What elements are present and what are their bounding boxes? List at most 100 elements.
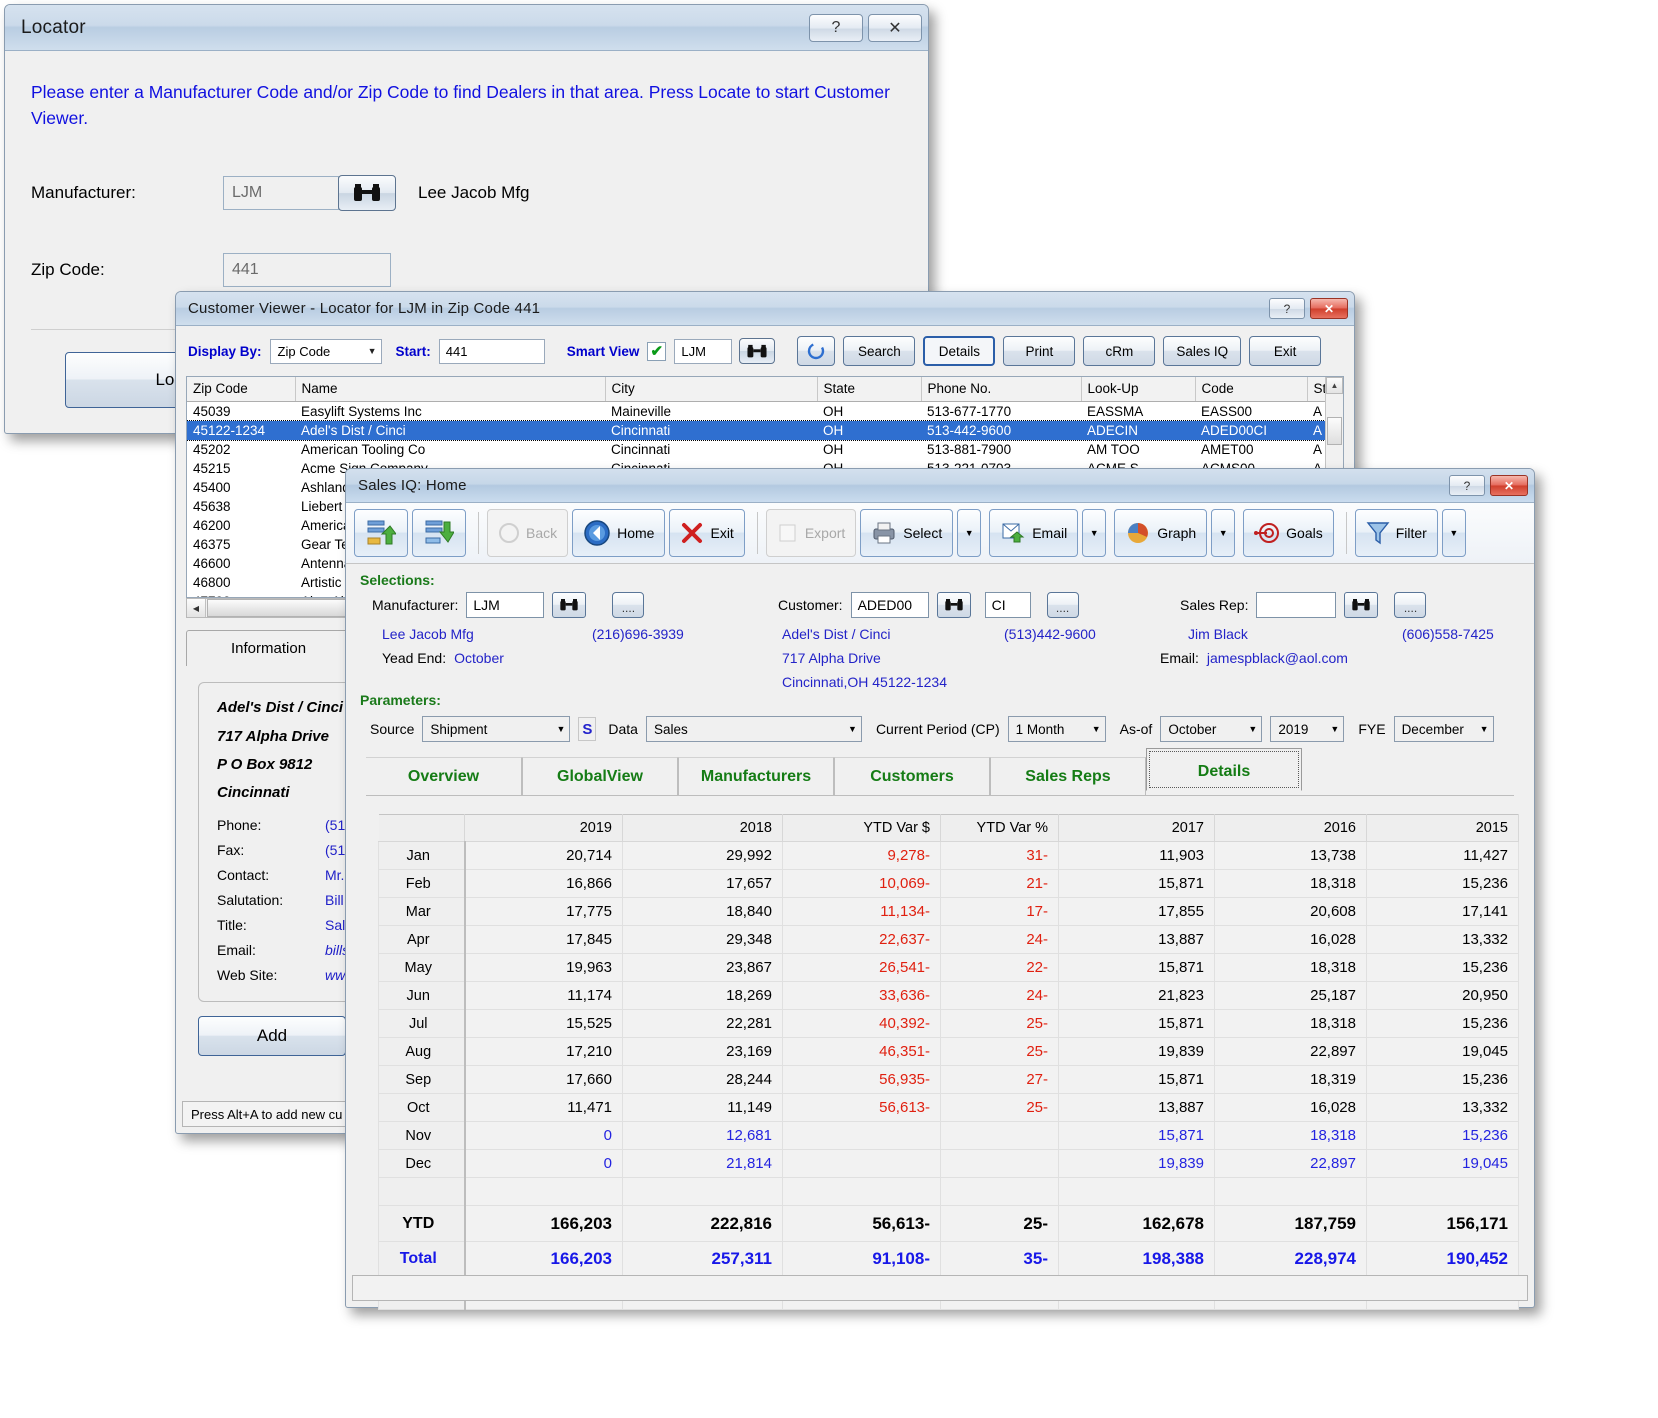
col-code[interactable]: Code	[1195, 377, 1308, 402]
display-by-select[interactable]: Zip Code ▼	[269, 338, 382, 364]
details-row[interactable]: Nov 0 12,681 15,871 18,318 15,236	[378, 1121, 1519, 1150]
goals-button[interactable]: Goals	[1243, 509, 1334, 557]
sales-rep-lookup-button[interactable]	[1344, 592, 1379, 618]
sales-rep-more-button[interactable]: ....	[1394, 592, 1427, 618]
filter-button[interactable]: Filter	[1354, 509, 1438, 557]
manufacturer-input[interactable]: LJM	[223, 176, 339, 210]
help-button[interactable]: ?	[1269, 298, 1305, 319]
close-button[interactable]: ✕	[1310, 298, 1348, 319]
details-row[interactable]: Jun 11,174 18,269 33,636- 24- 21,823 25,187 20,…	[378, 981, 1519, 1010]
table-row[interactable]: 45202 American Tooling Co Cincinnati OH 513-…	[187, 440, 1343, 459]
details-row[interactable]: Jan 20,714 29,992 9,278- 31- 11,903 13,738 11,4…	[378, 841, 1519, 870]
col-name[interactable]: Name	[295, 377, 606, 402]
tab-details[interactable]: Details	[1146, 748, 1302, 791]
source-select[interactable]: Shipment ▼	[422, 716, 571, 742]
details-col-2015[interactable]: 2015	[1366, 814, 1519, 842]
expand-rows-button[interactable]	[354, 509, 408, 557]
select-button[interactable]: Select	[860, 509, 954, 557]
help-button[interactable]: ?	[809, 13, 863, 42]
manufacturer-more-button[interactable]: ....	[612, 592, 645, 618]
details-row[interactable]: Oct 11,471 11,149 56,613- 25- 13,887 16,028 13,…	[378, 1093, 1519, 1122]
tab-information[interactable]: Information	[186, 630, 352, 666]
details-col-2016[interactable]: 2016	[1214, 814, 1367, 842]
exit-button[interactable]: Exit	[669, 509, 745, 557]
refresh-button[interactable]	[797, 336, 836, 366]
col-lookup[interactable]: Look-Up	[1081, 377, 1196, 402]
col-zip[interactable]: Zip Code	[187, 377, 296, 402]
graph-dropdown-button[interactable]: ▼	[1211, 509, 1236, 557]
details-row[interactable]: Jul 15,525 22,281 40,392- 25- 15,871 18,318 15,…	[378, 1009, 1519, 1038]
details-col-YTD Var $[interactable]: YTD Var $	[782, 814, 941, 842]
col-state[interactable]: State	[817, 377, 922, 402]
scroll-up-icon[interactable]: ▲	[1326, 377, 1343, 394]
details-button[interactable]: Details	[923, 336, 996, 366]
back-button[interactable]: Back	[487, 509, 569, 557]
details-col-2017[interactable]: 2017	[1058, 814, 1215, 842]
crm-button[interactable]: cRm	[1083, 336, 1156, 366]
details-col-2019[interactable]: 2019	[464, 814, 623, 842]
filter-dropdown-button[interactable]: ▼	[1441, 509, 1466, 557]
col-phone[interactable]: Phone No.	[921, 377, 1082, 402]
select-dropdown-button[interactable]: ▼	[957, 509, 982, 557]
manufacturer-lookup-binoculars-icon[interactable]	[338, 175, 396, 211]
email-dropdown-button[interactable]: ▼	[1082, 509, 1107, 557]
table-row[interactable]: 45039 Easylift Systems Inc Maineville OH 513…	[187, 401, 1343, 421]
customer-suffix-input[interactable]: CI	[984, 592, 1031, 618]
smart-view-lookup-button[interactable]	[739, 338, 776, 364]
details-row[interactable]: Feb 16,866 17,657 10,069- 21- 15,871 18,318 15,…	[378, 869, 1519, 898]
details-summary-row[interactable]: YTD 166,203 222,816 56,613- 25- 162,678 187,75…	[378, 1205, 1519, 1242]
table-row[interactable]: 45122-1234 Adel's Dist / Cinci Cincinnati O…	[187, 419, 1343, 441]
email-button[interactable]: Email	[989, 509, 1079, 557]
fye-select[interactable]: December ▼	[1393, 716, 1494, 742]
asof-year-select[interactable]: 2019 ▼	[1270, 716, 1345, 742]
current-period-select[interactable]: 1 Month ▼	[1007, 716, 1106, 742]
sales-iq-button[interactable]: Sales IQ	[1163, 336, 1242, 366]
home-button[interactable]: Home	[572, 509, 666, 557]
tab-globalview[interactable]: GlobalView	[522, 757, 678, 795]
details-row-label: Apr	[378, 925, 466, 954]
details-row[interactable]: Apr 17,845 29,348 22,637- 24- 13,887 16,028 13,…	[378, 925, 1519, 954]
customer-input[interactable]: ADED00	[850, 592, 929, 618]
smart-view-checkbox[interactable]: ✔	[647, 341, 667, 361]
collapse-rows-button[interactable]	[412, 509, 466, 557]
manufacturer-input[interactable]: LJM	[466, 592, 545, 618]
help-button[interactable]: ?	[1449, 475, 1485, 496]
source-s-button[interactable]: S	[578, 717, 597, 741]
details-row[interactable]: Sep 17,660 28,244 56,935- 27- 15,871 18,319 15,…	[378, 1065, 1519, 1094]
zip-input[interactable]: 441	[223, 253, 391, 287]
tab-sales-reps[interactable]: Sales Reps	[990, 757, 1146, 795]
smart-view-code-input[interactable]: LJM	[674, 338, 733, 364]
details-col-label[interactable]	[378, 814, 465, 842]
customer-phone: (513)442-9600	[1004, 626, 1096, 642]
details-summary-row[interactable]: Total 166,203 257,311 91,108- 35- 198,388 228,…	[378, 1241, 1519, 1276]
details-col-2018[interactable]: 2018	[622, 814, 783, 842]
details-col-YTD Var %[interactable]: YTD Var %	[940, 814, 1059, 842]
export-button[interactable]: Export	[765, 509, 857, 557]
info-field-value[interactable]: Bill	[325, 892, 344, 908]
tab-customers[interactable]: Customers	[834, 757, 990, 795]
tab-overview[interactable]: Overview	[366, 757, 522, 795]
customer-lookup-button[interactable]	[936, 592, 971, 618]
close-button[interactable]: ✕	[1490, 475, 1528, 496]
graph-button[interactable]: Graph	[1114, 509, 1208, 557]
details-row[interactable]: Dec 0 21,814 19,839 22,897 19,045	[378, 1149, 1519, 1178]
scroll-thumb[interactable]	[1327, 417, 1342, 445]
manufacturer-lookup-button[interactable]	[552, 592, 587, 618]
details-row[interactable]: Mar 17,775 18,840 11,134- 17- 17,855 20,608 17,…	[378, 897, 1519, 926]
customer-more-button[interactable]: ....	[1046, 592, 1079, 618]
asof-month-select[interactable]: October ▼	[1160, 716, 1263, 742]
details-row[interactable]: Aug 17,210 23,169 46,351- 25- 19,839 22,897 19,…	[378, 1037, 1519, 1066]
tab-manufacturers[interactable]: Manufacturers	[678, 757, 834, 795]
details-row[interactable]: May 19,963 23,867 26,541- 22- 15,871 18,318 15,…	[378, 953, 1519, 982]
col-city[interactable]: City	[605, 377, 818, 402]
add-button[interactable]: Add	[198, 1016, 346, 1056]
sales-rep-input[interactable]	[1256, 592, 1337, 618]
data-value: Sales	[653, 721, 688, 737]
close-button[interactable]: ✕	[868, 13, 922, 42]
print-button[interactable]: Print	[1003, 336, 1076, 366]
start-input[interactable]: 441	[438, 338, 545, 364]
search-button[interactable]: Search	[843, 336, 916, 366]
scroll-left-icon[interactable]: ◀	[187, 599, 206, 617]
exit-button[interactable]: Exit	[1249, 336, 1322, 366]
data-select[interactable]: Sales ▼	[645, 716, 862, 742]
